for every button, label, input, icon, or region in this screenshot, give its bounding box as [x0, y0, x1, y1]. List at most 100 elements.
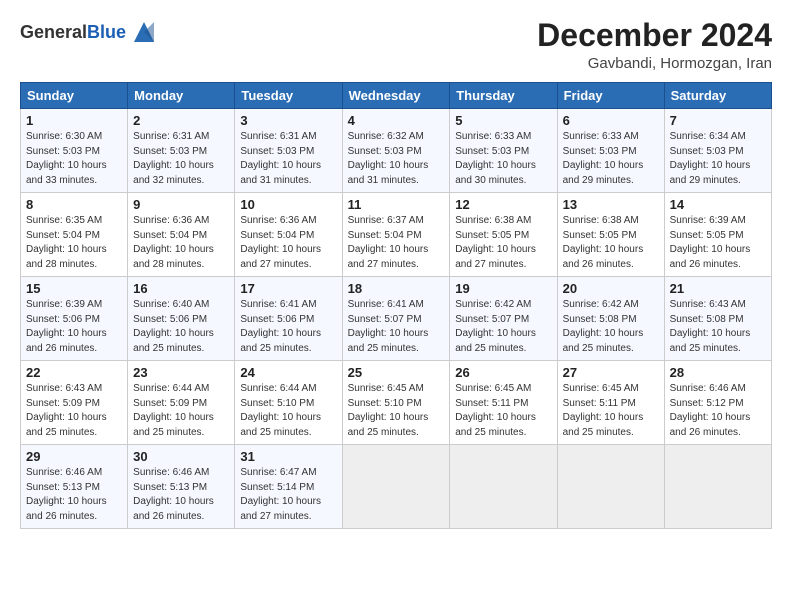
cell-info: Sunrise: 6:47 AM Sunset: 5:14 PM Dayligh…: [240, 466, 336, 524]
calendar-cell: 19 Sunrise: 6:42 AM Sunset: 5:07 PM Dayli…: [450, 277, 557, 361]
calendar-cell: 4 Sunrise: 6:32 AM Sunset: 5:03 PM Daylig…: [342, 109, 450, 193]
calendar-cell: 12 Sunrise: 6:38 AM Sunset: 5:05 PM Dayli…: [450, 193, 557, 277]
title-block: December 2024 Gavbandi, Hormozgan, Iran: [537, 18, 772, 72]
calendar-cell: 22Sunrise: 6:43 AM Sunset: 5:09 PM Dayli…: [21, 361, 128, 445]
day-number: 27: [563, 365, 659, 380]
day-number: 20: [563, 281, 659, 296]
cell-info: Sunrise: 6:36 AM Sunset: 5:04 PM Dayligh…: [240, 214, 336, 272]
col-thursday: Thursday: [450, 83, 557, 109]
cell-info: Sunrise: 6:42 AM Sunset: 5:07 PM Dayligh…: [455, 298, 551, 356]
cell-info: Sunrise: 6:40 AM Sunset: 5:06 PM Dayligh…: [133, 298, 229, 356]
calendar-cell: [664, 445, 771, 529]
calendar-row: 15 Sunrise: 6:39 AM Sunset: 5:06 PM Dayli…: [21, 277, 772, 361]
calendar-cell: [557, 445, 664, 529]
calendar-row: 8 Sunrise: 6:35 AM Sunset: 5:04 PM Daylig…: [21, 193, 772, 277]
day-number: 18: [348, 281, 445, 296]
day-number: 25: [348, 365, 445, 380]
calendar-cell: 17Sunrise: 6:41 AM Sunset: 5:06 PM Dayli…: [235, 277, 342, 361]
cell-info: Sunrise: 6:34 AM Sunset: 5:03 PM Dayligh…: [670, 130, 766, 188]
cell-info: Sunrise: 6:35 AM Sunset: 5:04 PM Dayligh…: [26, 214, 122, 272]
calendar-cell: 7 Sunrise: 6:34 AM Sunset: 5:03 PM Daylig…: [664, 109, 771, 193]
cell-info: Sunrise: 6:33 AM Sunset: 5:03 PM Dayligh…: [455, 130, 551, 188]
cell-info: Sunrise: 6:30 AM Sunset: 5:03 PM Dayligh…: [26, 130, 122, 188]
col-tuesday: Tuesday: [235, 83, 342, 109]
cell-info: Sunrise: 6:36 AM Sunset: 5:04 PM Dayligh…: [133, 214, 229, 272]
calendar-cell: 11 Sunrise: 6:37 AM Sunset: 5:04 PM Dayli…: [342, 193, 450, 277]
day-number: 24: [240, 365, 336, 380]
subtitle: Gavbandi, Hormozgan, Iran: [537, 55, 772, 72]
day-number: 15: [26, 281, 122, 296]
calendar-cell: 1 Sunrise: 6:30 AM Sunset: 5:03 PM Daylig…: [21, 109, 128, 193]
logo-text-blue: Blue: [87, 22, 126, 42]
day-number: 30: [133, 449, 229, 464]
day-number: 13: [563, 197, 659, 212]
cell-info: Sunrise: 6:42 AM Sunset: 5:08 PM Dayligh…: [563, 298, 659, 356]
cell-info: Sunrise: 6:41 AM Sunset: 5:06 PM Dayligh…: [240, 298, 336, 356]
day-number: 14: [670, 197, 766, 212]
calendar-cell: 30Sunrise: 6:46 AM Sunset: 5:13 PM Dayli…: [128, 445, 235, 529]
calendar-row: 22Sunrise: 6:43 AM Sunset: 5:09 PM Dayli…: [21, 361, 772, 445]
day-number: 19: [455, 281, 551, 296]
cell-info: Sunrise: 6:39 AM Sunset: 5:06 PM Dayligh…: [26, 298, 122, 356]
logo: GeneralBlue: [20, 18, 158, 46]
col-monday: Monday: [128, 83, 235, 109]
calendar-cell: 13 Sunrise: 6:38 AM Sunset: 5:05 PM Dayli…: [557, 193, 664, 277]
calendar-cell: 15 Sunrise: 6:39 AM Sunset: 5:06 PM Dayli…: [21, 277, 128, 361]
day-number: 5: [455, 113, 551, 128]
calendar-cell: 9 Sunrise: 6:36 AM Sunset: 5:04 PM Daylig…: [128, 193, 235, 277]
cell-info: Sunrise: 6:38 AM Sunset: 5:05 PM Dayligh…: [563, 214, 659, 272]
day-number: 3: [240, 113, 336, 128]
calendar-cell: 23 Sunrise: 6:44 AM Sunset: 5:09 PM Dayli…: [128, 361, 235, 445]
calendar-cell: 2Sunrise: 6:31 AM Sunset: 5:03 PM Daylig…: [128, 109, 235, 193]
calendar-header-row: Sunday Monday Tuesday Wednesday Thursday…: [21, 83, 772, 109]
header: GeneralBlue December 2024 Gavbandi, Horm…: [20, 18, 772, 72]
cell-info: Sunrise: 6:41 AM Sunset: 5:07 PM Dayligh…: [348, 298, 445, 356]
cell-info: Sunrise: 6:45 AM Sunset: 5:10 PM Dayligh…: [348, 382, 445, 440]
day-number: 11: [348, 197, 445, 212]
cell-info: Sunrise: 6:44 AM Sunset: 5:10 PM Dayligh…: [240, 382, 336, 440]
cell-info: Sunrise: 6:37 AM Sunset: 5:04 PM Dayligh…: [348, 214, 445, 272]
cell-info: Sunrise: 6:45 AM Sunset: 5:11 PM Dayligh…: [455, 382, 551, 440]
cell-info: Sunrise: 6:44 AM Sunset: 5:09 PM Dayligh…: [133, 382, 229, 440]
calendar-cell: 18 Sunrise: 6:41 AM Sunset: 5:07 PM Dayli…: [342, 277, 450, 361]
calendar-row: 29Sunrise: 6:46 AM Sunset: 5:13 PM Dayli…: [21, 445, 772, 529]
calendar-cell: 24 Sunrise: 6:44 AM Sunset: 5:10 PM Dayli…: [235, 361, 342, 445]
cell-info: Sunrise: 6:33 AM Sunset: 5:03 PM Dayligh…: [563, 130, 659, 188]
calendar-cell: 31Sunrise: 6:47 AM Sunset: 5:14 PM Dayli…: [235, 445, 342, 529]
day-number: 6: [563, 113, 659, 128]
calendar-cell: [342, 445, 450, 529]
cell-info: Sunrise: 6:31 AM Sunset: 5:03 PM Dayligh…: [240, 130, 336, 188]
col-wednesday: Wednesday: [342, 83, 450, 109]
cell-info: Sunrise: 6:46 AM Sunset: 5:12 PM Dayligh…: [670, 382, 766, 440]
day-number: 23: [133, 365, 229, 380]
calendar-cell: 14 Sunrise: 6:39 AM Sunset: 5:05 PM Dayli…: [664, 193, 771, 277]
calendar-cell: 20 Sunrise: 6:42 AM Sunset: 5:08 PM Dayli…: [557, 277, 664, 361]
cell-info: Sunrise: 6:39 AM Sunset: 5:05 PM Dayligh…: [670, 214, 766, 272]
calendar-cell: 26Sunrise: 6:45 AM Sunset: 5:11 PM Dayli…: [450, 361, 557, 445]
col-friday: Friday: [557, 83, 664, 109]
calendar-cell: [450, 445, 557, 529]
cell-info: Sunrise: 6:38 AM Sunset: 5:05 PM Dayligh…: [455, 214, 551, 272]
calendar-cell: 5 Sunrise: 6:33 AM Sunset: 5:03 PM Daylig…: [450, 109, 557, 193]
logo-text-general: General: [20, 22, 87, 42]
page-container: GeneralBlue December 2024 Gavbandi, Horm…: [0, 0, 792, 539]
cell-info: Sunrise: 6:32 AM Sunset: 5:03 PM Dayligh…: [348, 130, 445, 188]
calendar-cell: 8 Sunrise: 6:35 AM Sunset: 5:04 PM Daylig…: [21, 193, 128, 277]
day-number: 21: [670, 281, 766, 296]
day-number: 12: [455, 197, 551, 212]
day-number: 10: [240, 197, 336, 212]
calendar-row: 1 Sunrise: 6:30 AM Sunset: 5:03 PM Daylig…: [21, 109, 772, 193]
day-number: 4: [348, 113, 445, 128]
calendar-cell: 29Sunrise: 6:46 AM Sunset: 5:13 PM Dayli…: [21, 445, 128, 529]
day-number: 9: [133, 197, 229, 212]
calendar-cell: 27Sunrise: 6:45 AM Sunset: 5:11 PM Dayli…: [557, 361, 664, 445]
col-saturday: Saturday: [664, 83, 771, 109]
day-number: 16: [133, 281, 229, 296]
calendar-cell: 21Sunrise: 6:43 AM Sunset: 5:08 PM Dayli…: [664, 277, 771, 361]
day-number: 8: [26, 197, 122, 212]
day-number: 2: [133, 113, 229, 128]
calendar-cell: 3 Sunrise: 6:31 AM Sunset: 5:03 PM Daylig…: [235, 109, 342, 193]
day-number: 22: [26, 365, 122, 380]
day-number: 7: [670, 113, 766, 128]
day-number: 1: [26, 113, 122, 128]
